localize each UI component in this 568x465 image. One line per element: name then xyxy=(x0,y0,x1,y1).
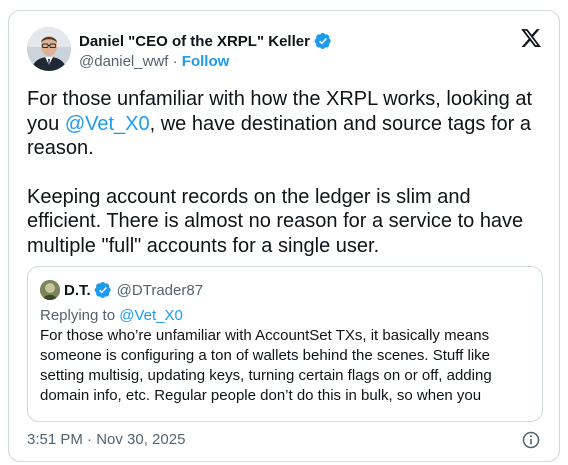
quoted-author-row: D.T. @DTrader87 xyxy=(40,280,530,300)
replying-to: Replying to @Vet_X0 xyxy=(40,307,530,324)
author-name-row: Daniel "CEO of the XRPL" Keller xyxy=(79,32,332,50)
replying-mention-link[interactable]: @Vet_X0 xyxy=(119,307,183,324)
author-avatar[interactable] xyxy=(27,27,71,71)
author-display-name[interactable]: Daniel "CEO of the XRPL" Keller xyxy=(79,33,310,50)
verified-badge-icon[interactable] xyxy=(314,32,332,50)
quoted-handle[interactable]: @DTrader87 xyxy=(117,282,203,299)
info-icon[interactable] xyxy=(521,430,541,450)
quoted-tweet-text: For those who’re unfamiliar with Account… xyxy=(40,327,492,404)
author-handle-row: @daniel_wwf · Follow xyxy=(79,53,229,70)
author-handle[interactable]: @daniel_wwf xyxy=(79,53,168,70)
mention-link[interactable]: @Vet_X0 xyxy=(65,113,150,135)
quoted-author-avatar[interactable] xyxy=(40,280,60,300)
tweet-timestamp[interactable]: 3:51 PM · Nov 30, 2025 xyxy=(27,431,185,448)
replying-prefix: Replying to xyxy=(40,307,120,324)
tweet-paragraph: Keeping account records on the ledger is… xyxy=(27,185,524,257)
handle-separator: · xyxy=(172,53,178,70)
tweet-body: For those unfamiliar with how the XRPL w… xyxy=(27,87,547,258)
follow-button[interactable]: Follow xyxy=(182,53,230,70)
quoted-tweet[interactable]: D.T. @DTrader87 Replying to @Vet_X0 For … xyxy=(27,266,543,422)
tweet-card: Daniel "CEO of the XRPL" Keller @daniel_… xyxy=(8,10,560,462)
x-logo-icon[interactable] xyxy=(520,27,542,49)
verified-badge-icon[interactable] xyxy=(94,281,112,299)
tweet-paragraph: For those unfamiliar with how the XRPL w… xyxy=(27,87,547,161)
quoted-display-name[interactable]: D.T. xyxy=(64,282,91,299)
